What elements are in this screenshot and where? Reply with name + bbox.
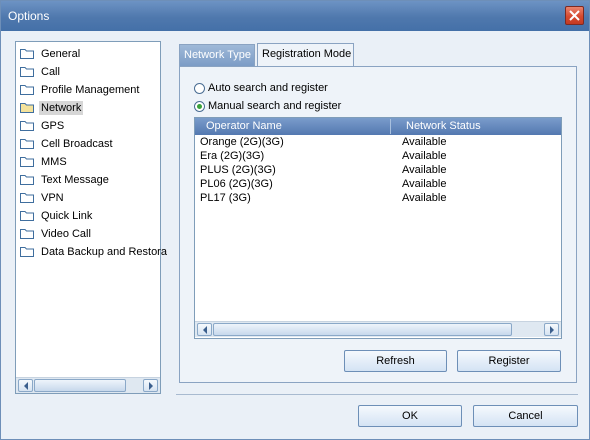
list-header: Operator Name Network Status bbox=[195, 118, 561, 135]
folder-icon bbox=[20, 121, 34, 131]
folder-icon bbox=[20, 175, 34, 185]
tree-item[interactable]: Call bbox=[20, 63, 62, 80]
tree-item-label: Network bbox=[39, 100, 84, 115]
table-row[interactable]: Era (2G)(3G) Available bbox=[195, 150, 561, 164]
cancel-button[interactable]: Cancel bbox=[473, 405, 578, 427]
network-status-cell: Available bbox=[402, 150, 447, 162]
tree-item-label: MMS bbox=[41, 155, 67, 168]
tree-item[interactable]: Text Message bbox=[20, 171, 111, 188]
scroll-left-button[interactable] bbox=[18, 379, 33, 392]
arrow-right-icon bbox=[550, 326, 554, 334]
ok-button[interactable]: OK bbox=[358, 405, 462, 427]
close-button[interactable] bbox=[565, 6, 584, 25]
tree-item[interactable]: Quick Link bbox=[20, 207, 94, 224]
column-header-operator-name[interactable]: Operator Name bbox=[206, 120, 282, 132]
table-row[interactable]: PL17 (3G) Available bbox=[195, 192, 561, 206]
radio-button-icon bbox=[194, 82, 205, 94]
operator-name-cell: Era (2G)(3G) bbox=[200, 150, 265, 162]
category-tree[interactable]: General Call Profile Management Network GPS C… bbox=[15, 41, 167, 394]
tree-item-label: Data Backup and Restora bbox=[41, 245, 167, 258]
tree-item[interactable]: General bbox=[20, 45, 82, 62]
title-bar[interactable]: Options bbox=[1, 1, 589, 31]
tree-item[interactable]: GPS bbox=[20, 117, 66, 134]
operator-name-cell: PL06 (2G)(3G) bbox=[200, 178, 273, 190]
arrow-left-icon bbox=[24, 382, 28, 390]
table-row[interactable]: PLUS (2G)(3G) Available bbox=[195, 164, 561, 178]
manual-search-radio[interactable]: Manual search and register bbox=[194, 100, 341, 112]
folder-icon bbox=[20, 193, 34, 203]
footer-divider bbox=[176, 394, 578, 395]
operator-name-cell: Orange (2G)(3G) bbox=[200, 136, 284, 148]
column-header-network-status[interactable]: Network Status bbox=[406, 120, 481, 132]
folder-icon bbox=[20, 49, 34, 59]
folder-icon bbox=[20, 67, 34, 77]
folder-icon bbox=[20, 211, 34, 221]
operator-name-cell: PLUS (2G)(3G) bbox=[200, 164, 276, 176]
folder-icon bbox=[20, 103, 34, 113]
tree-item[interactable]: Video Call bbox=[20, 225, 93, 242]
tab-network-type[interactable]: Network Type bbox=[179, 44, 255, 66]
manual-search-label: Manual search and register bbox=[208, 100, 342, 112]
tree-item-label: GPS bbox=[41, 119, 65, 132]
list-horizontal-scrollbar[interactable] bbox=[195, 321, 561, 337]
tree-item[interactable]: Profile Management bbox=[20, 81, 141, 98]
tree-item[interactable]: Data Backup and Restora bbox=[20, 243, 169, 260]
table-row[interactable]: PL06 (2G)(3G) Available bbox=[195, 178, 561, 192]
register-button[interactable]: Register bbox=[457, 350, 561, 372]
scroll-right-button[interactable] bbox=[544, 323, 559, 336]
close-icon bbox=[569, 10, 580, 21]
scroll-thumb[interactable] bbox=[34, 379, 126, 392]
tree-item[interactable]: VPN bbox=[20, 189, 66, 206]
refresh-button[interactable]: Refresh bbox=[344, 350, 447, 372]
folder-icon bbox=[20, 247, 34, 257]
scroll-thumb[interactable] bbox=[213, 323, 512, 336]
tree-item-label: VPN bbox=[41, 191, 64, 204]
operator-name-cell: PL17 (3G) bbox=[200, 192, 251, 204]
column-separator[interactable] bbox=[390, 119, 391, 134]
tree-item[interactable]: Network bbox=[20, 99, 84, 116]
tree-item-label: Quick Link bbox=[41, 209, 93, 222]
network-status-cell: Available bbox=[402, 164, 447, 176]
tree-item-label: Video Call bbox=[41, 227, 91, 240]
folder-icon bbox=[20, 157, 34, 167]
scroll-right-button[interactable] bbox=[143, 379, 158, 392]
arrow-left-icon bbox=[203, 326, 207, 334]
folder-icon bbox=[20, 139, 34, 149]
tree-item-label: Call bbox=[41, 65, 60, 78]
options-window: Options General Call Profile Management Net… bbox=[0, 0, 590, 440]
table-row[interactable]: Orange (2G)(3G) Available bbox=[195, 136, 561, 150]
auto-search-radio[interactable]: Auto search and register bbox=[194, 82, 328, 94]
folder-icon bbox=[20, 85, 34, 95]
arrow-right-icon bbox=[149, 382, 153, 390]
tree-item[interactable]: Cell Broadcast bbox=[20, 135, 115, 152]
auto-search-label: Auto search and register bbox=[208, 82, 328, 94]
tab-registration-mode[interactable]: Registration Mode bbox=[257, 43, 354, 67]
radio-button-icon bbox=[194, 100, 205, 112]
operator-list[interactable]: Operator Name Network Status Orange (2G)… bbox=[194, 117, 562, 339]
tree-item-label: Profile Management bbox=[41, 83, 140, 96]
scroll-left-button[interactable] bbox=[197, 323, 212, 336]
tree-item[interactable]: MMS bbox=[20, 153, 69, 170]
network-status-cell: Available bbox=[402, 178, 447, 190]
tree-item-label: Cell Broadcast bbox=[41, 137, 113, 150]
tree-item-label: Text Message bbox=[41, 173, 109, 186]
tree-horizontal-scrollbar[interactable] bbox=[16, 377, 160, 393]
network-status-cell: Available bbox=[402, 192, 447, 204]
tree-item-label: General bbox=[41, 47, 81, 60]
folder-icon bbox=[20, 229, 34, 239]
network-status-cell: Available bbox=[402, 136, 447, 148]
window-title: Options bbox=[8, 9, 50, 23]
